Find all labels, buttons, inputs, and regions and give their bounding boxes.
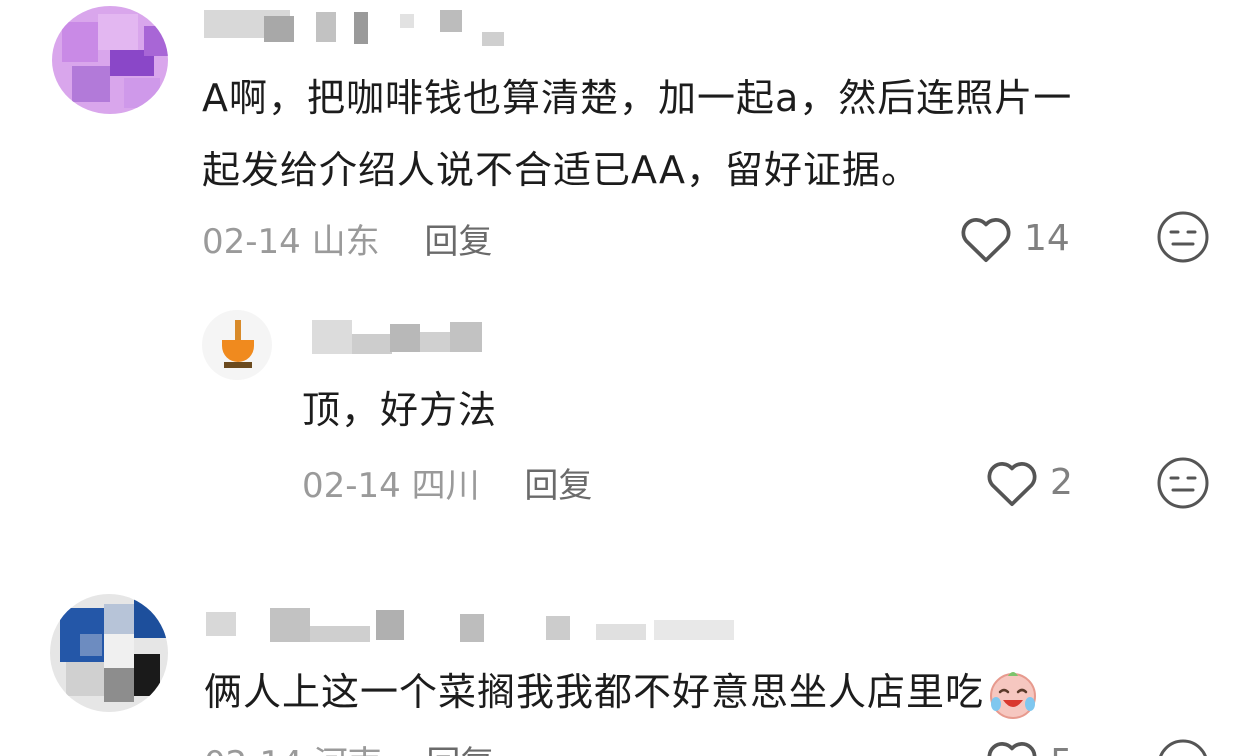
comment-thread: A啊，把咖啡钱也算清楚，加一起a，然后连照片一 起发给介绍人说不合适已AA，留好…	[0, 0, 1260, 756]
comment-body: A啊，把咖啡钱也算清楚，加一起a，然后连照片一 起发给介绍人说不合适已AA，留好…	[202, 62, 1072, 206]
comment-meta: 02-14 四川 回复	[302, 458, 592, 507]
comment-date: 02-14	[202, 222, 301, 262]
comment-location: 四川	[411, 466, 480, 506]
comment-meta: 02-14 山东 回复	[202, 214, 492, 263]
like-count: 5	[1050, 742, 1073, 756]
crying-laughing-emoji	[990, 671, 1037, 719]
like-button[interactable]: 2	[984, 456, 1073, 508]
reply-button[interactable]: 回复	[424, 222, 492, 262]
comment-location: 河南	[314, 744, 382, 756]
comment-line: 顶，好方法	[302, 388, 498, 432]
username-blurred[interactable]	[206, 604, 736, 648]
username-blurred[interactable]	[204, 4, 504, 48]
comment-line-text: 俩人上这一个菜搁我我都不好意思坐人店里吃	[204, 670, 985, 714]
like-count: 14	[1024, 217, 1070, 259]
reply-button[interactable]: 回复	[524, 466, 592, 506]
heart-outline-icon	[987, 462, 1037, 507]
comment-line: A啊，把咖啡钱也算清楚，加一起a，然后连照片一	[202, 76, 1073, 120]
like-button[interactable]: 5	[984, 736, 1073, 756]
comment-date: 02-14	[204, 744, 303, 756]
avatar[interactable]	[50, 594, 168, 712]
comment-location: 山东	[311, 222, 380, 262]
heart-outline-icon	[961, 218, 1011, 263]
comment-body: 顶，好方法	[302, 374, 497, 446]
comment-body: 俩人上这一个菜搁我我都不好意思坐人店里吃	[204, 656, 1040, 728]
neutral-face-icon[interactable]	[1156, 210, 1210, 264]
like-button[interactable]: 14	[958, 212, 1070, 264]
avatar[interactable]	[202, 310, 272, 380]
neutral-face-icon[interactable]	[1156, 456, 1210, 510]
reply-button[interactable]: 回复	[426, 744, 494, 756]
like-count: 2	[1050, 461, 1073, 503]
heart-outline-icon	[987, 742, 1037, 756]
avatar[interactable]	[52, 6, 168, 114]
neutral-face-icon[interactable]	[1156, 738, 1210, 756]
comment-meta: 02-14 河南 回复	[204, 736, 494, 756]
comment-date: 02-14	[302, 466, 401, 506]
comment-line: 俩人上这一个菜搁我我都不好意思坐人店里吃	[204, 656, 1040, 728]
username-blurred[interactable]	[312, 318, 482, 362]
comment-line: 起发给介绍人说不合适已AA，留好证据。	[202, 148, 921, 192]
